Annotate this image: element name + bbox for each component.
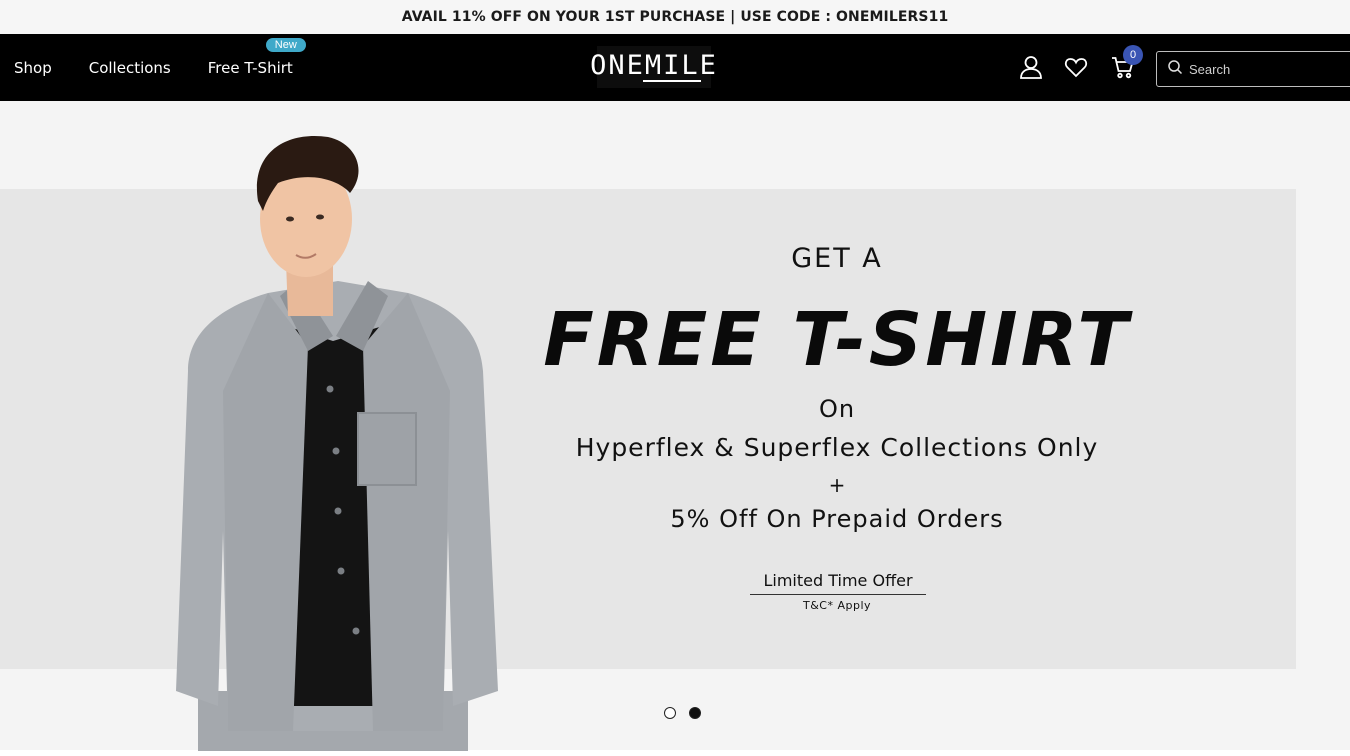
nav-link-free-tshirt-label: Free T-Shirt — [207, 58, 293, 77]
promo-heading-small: GET A — [791, 243, 883, 274]
promo-collections-text: Hyperflex & Superflex Collections Only — [575, 433, 1099, 462]
cart-count-badge: 0 — [1123, 45, 1143, 65]
limited-offer-text: Limited Time Offer — [750, 571, 926, 595]
logo-underline — [643, 80, 701, 82]
search-input[interactable] — [1189, 61, 1349, 77]
search-icon — [1167, 59, 1183, 80]
announcement-bar: AVAIL 11% OFF ON YOUR 1ST PURCHASE | USE… — [0, 0, 1350, 34]
main-navbar: Shop Collections Free T-Shirt New ONEMIL… — [0, 34, 1350, 101]
terms-text: T&C* Apply — [802, 599, 872, 612]
promo-on-text: On — [818, 395, 856, 423]
nav-links: Shop Collections Free T-Shirt New — [14, 34, 306, 101]
promo-plus: + — [828, 473, 846, 497]
nav-link-free-tshirt[interactable]: Free T-Shirt New — [207, 37, 306, 77]
cart-icon[interactable]: 0 — [1110, 45, 1143, 80]
heart-icon[interactable] — [1063, 54, 1089, 80]
user-icon[interactable] — [1018, 54, 1044, 80]
hero-banner[interactable]: GET A FREE T-SHIRT On Hyperflex & Superf… — [0, 101, 1350, 751]
promo-heading-main: FREE T-SHIRT — [543, 297, 1131, 383]
brand-logo-text: ONEMILE — [590, 50, 718, 81]
promo-prepaid-text: 5% Off On Prepaid Orders — [670, 505, 1004, 533]
announcement-text: AVAIL 11% OFF ON YOUR 1ST PURCHASE | USE… — [401, 9, 949, 25]
new-badge: New — [265, 37, 306, 52]
model-image — [168, 131, 508, 751]
carousel-dot-2[interactable] — [689, 707, 701, 719]
search-box[interactable] — [1156, 51, 1350, 87]
nav-link-shop[interactable]: Shop — [14, 59, 52, 77]
nav-link-collections[interactable]: Collections — [89, 59, 171, 77]
carousel-dots — [664, 707, 701, 719]
brand-logo[interactable]: ONEMILE — [590, 46, 716, 88]
carousel-dot-1[interactable] — [664, 707, 676, 719]
